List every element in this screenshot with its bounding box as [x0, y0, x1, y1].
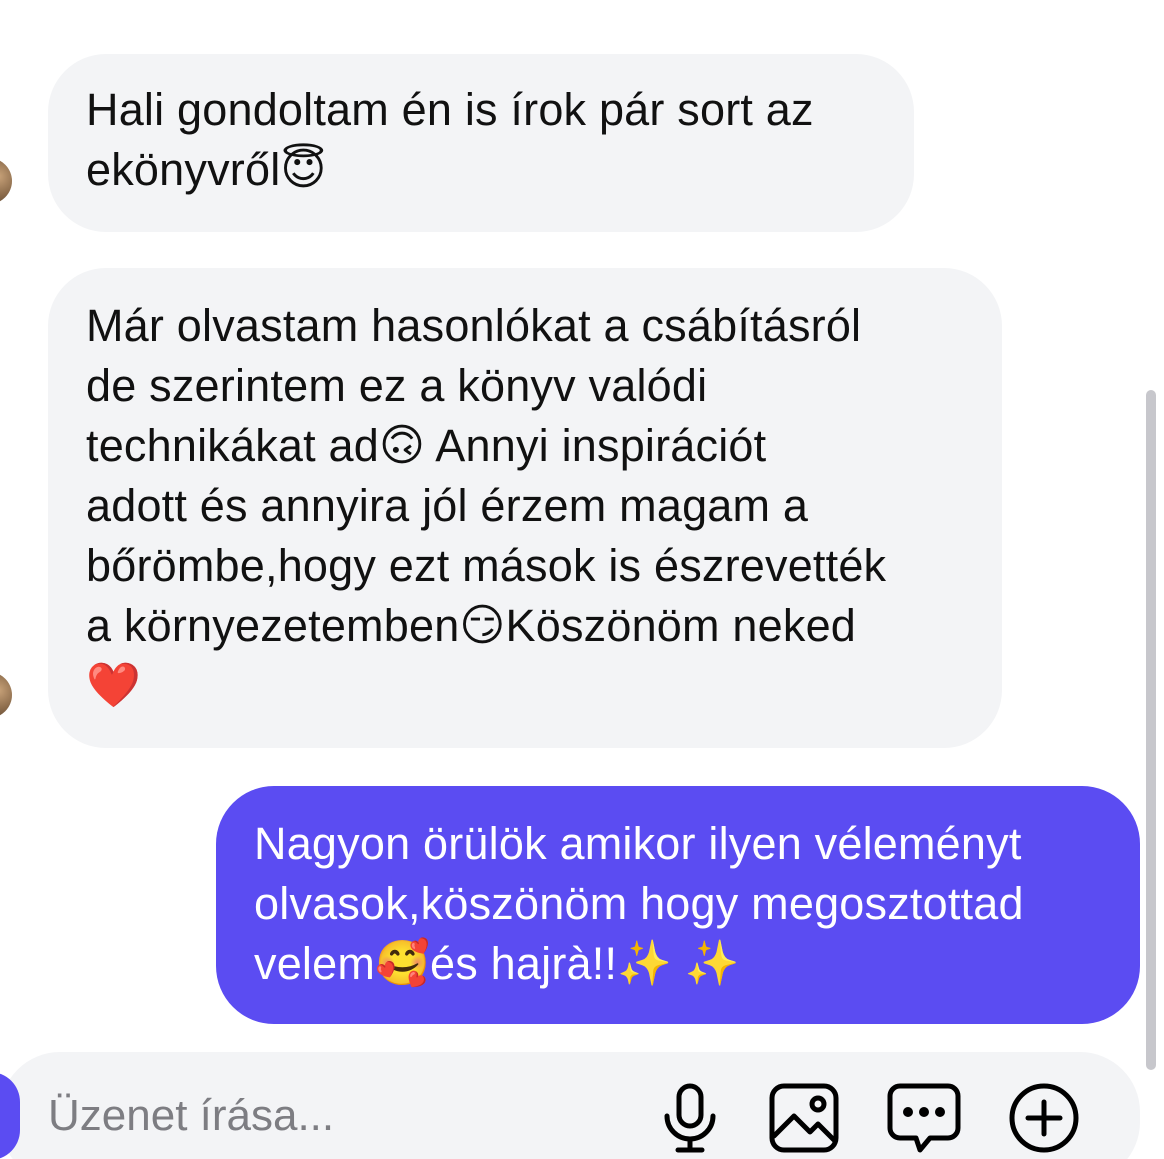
smiling-hearts-emoji: 🥰: [375, 938, 431, 989]
message-line: velem🥰és hajrà!!✨ ✨: [254, 934, 1110, 994]
scrollbar[interactable]: [1146, 390, 1156, 1070]
message-line: de szerintem ez a könyv valódi: [86, 360, 708, 411]
upside-down-face-emoji: 🙃: [379, 420, 426, 471]
smirking-face-emoji: 😏: [459, 600, 506, 651]
message-bubble-outgoing[interactable]: Nagyon örülök amikor ilyen véleményt olv…: [216, 786, 1140, 1024]
smiling-halo-emoji: 😇: [280, 144, 327, 195]
message-line: technikákat ad🙃 Annyi inspirációt: [86, 416, 966, 476]
sparkles-emoji: ✨: [617, 938, 673, 989]
message-line: ekönyvről😇: [86, 140, 878, 200]
message-line: Már olvastam hasonlókat a csábításról: [86, 300, 862, 351]
add-icon[interactable]: [1004, 1078, 1084, 1158]
message-line: adott és annyira jól érzem magam a: [86, 480, 809, 531]
message-line: bőrömbe,hogy ezt mások is észrevették: [86, 540, 887, 591]
message-bubble-incoming[interactable]: Hali gondoltam én is írok pár sort az ek…: [48, 54, 914, 232]
message-line: Hali gondoltam én is írok pár sort az: [86, 84, 814, 135]
message-bubble-incoming[interactable]: Már olvastam hasonlókat a csábításról de…: [48, 268, 1002, 748]
sender-avatar[interactable]: [0, 672, 12, 718]
message-input[interactable]: [48, 1086, 608, 1146]
message-line: ❤️: [86, 656, 966, 716]
red-heart-emoji: ❤️: [86, 660, 141, 711]
sticker-icon[interactable]: [884, 1078, 964, 1158]
microphone-icon[interactable]: [650, 1078, 730, 1158]
sender-avatar[interactable]: [0, 158, 12, 204]
image-icon[interactable]: [764, 1078, 844, 1158]
message-line: Nagyon örülök amikor ilyen véleményt: [254, 818, 1022, 869]
chat-screen: Hali gondoltam én is írok pár sort az ek…: [0, 0, 1164, 1159]
message-line: a környezetemben😏Köszönöm neked: [86, 596, 966, 656]
sparkles-emoji: ✨: [684, 938, 740, 989]
message-line: olvasok,köszönöm hogy megosztottad: [254, 878, 1024, 929]
